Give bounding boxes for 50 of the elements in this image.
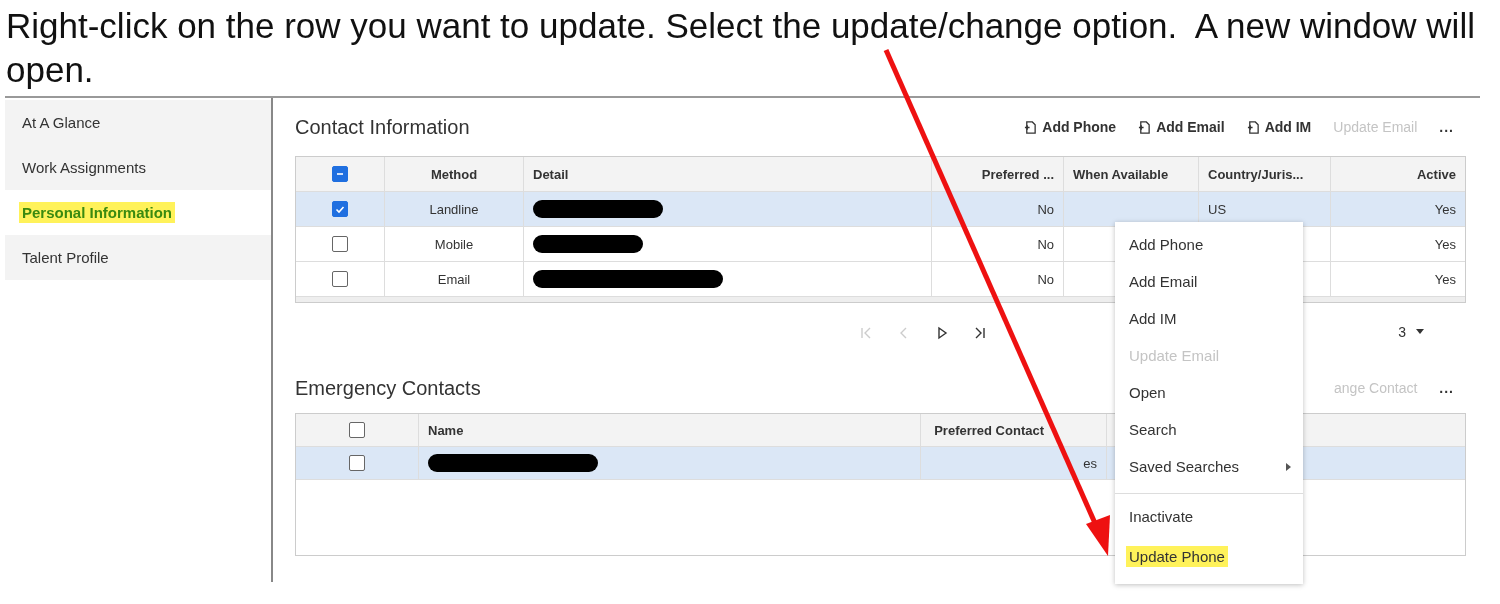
section-title: Contact Information bbox=[295, 115, 470, 139]
menu-item[interactable]: Add Email bbox=[1115, 263, 1303, 300]
checkbox[interactable] bbox=[349, 422, 365, 438]
menu-item[interactable]: Add Phone bbox=[1115, 226, 1303, 263]
section-title: Emergency Contacts bbox=[295, 376, 481, 400]
checkbox[interactable] bbox=[332, 201, 348, 217]
sidebar-item[interactable]: Talent Profile bbox=[5, 235, 271, 280]
sidebar-item[interactable]: At A Glance bbox=[5, 100, 271, 145]
menu-item[interactable]: Inactivate bbox=[1115, 493, 1303, 538]
column-header[interactable]: Preferred Contact bbox=[921, 414, 1107, 446]
add-document-icon bbox=[1024, 119, 1038, 135]
menu-item[interactable]: Open bbox=[1115, 374, 1303, 411]
menu-item[interactable]: Search bbox=[1115, 411, 1303, 448]
checkbox[interactable] bbox=[332, 166, 348, 182]
column-header[interactable]: Method bbox=[385, 157, 524, 191]
column-header[interactable]: Detail bbox=[524, 157, 932, 191]
column-header[interactable]: Country/Juris... bbox=[1199, 157, 1331, 191]
add-document-icon bbox=[1138, 119, 1152, 135]
column-header[interactable]: When Available bbox=[1064, 157, 1199, 191]
menu-item[interactable]: Update Phone bbox=[1115, 538, 1303, 575]
table-cell: es bbox=[1083, 455, 1097, 471]
checkbox[interactable] bbox=[349, 455, 365, 471]
caret-icon bbox=[1416, 329, 1424, 335]
column-header[interactable]: Preferred ... bbox=[932, 157, 1064, 191]
page-size-dropdown[interactable]: 3 bbox=[1392, 323, 1430, 341]
table-cell: No bbox=[1037, 201, 1054, 217]
table-row[interactable]: Landline No US Yes bbox=[296, 192, 1465, 227]
table-cell: No bbox=[1037, 236, 1054, 252]
checkbox[interactable] bbox=[332, 271, 348, 287]
toolbar-button[interactable]: Add IM bbox=[1246, 117, 1312, 137]
column-header[interactable]: Name bbox=[419, 414, 921, 446]
toolbar-button[interactable]: Add Phone bbox=[1024, 117, 1117, 137]
more-button[interactable]: ... bbox=[1439, 378, 1454, 398]
table-cell: Yes bbox=[1434, 201, 1456, 217]
instruction-text: Right-click on the row you want to update. Select the update/change option. A new window will open. bbox=[5, 5, 1476, 91]
table-cell: US bbox=[1208, 201, 1227, 217]
table-cell: Landline bbox=[429, 201, 479, 217]
menu-item[interactable]: Add IM bbox=[1115, 300, 1303, 337]
sidebar-item[interactable]: Work Assignments bbox=[5, 145, 271, 190]
toolbar-button[interactable]: Add Email bbox=[1138, 117, 1225, 137]
add-document-icon bbox=[1246, 119, 1260, 135]
table-cell: Yes bbox=[1434, 236, 1456, 252]
table-cell: No bbox=[1037, 271, 1054, 287]
more-button[interactable]: ... bbox=[1439, 117, 1454, 137]
table-cell: Yes bbox=[1434, 271, 1456, 287]
checkbox[interactable] bbox=[332, 236, 348, 252]
table-cell: Mobile bbox=[434, 236, 474, 252]
submenu-caret-icon bbox=[1286, 462, 1291, 471]
column-header[interactable]: Active bbox=[1331, 157, 1465, 191]
table-cell: Email bbox=[437, 271, 471, 287]
